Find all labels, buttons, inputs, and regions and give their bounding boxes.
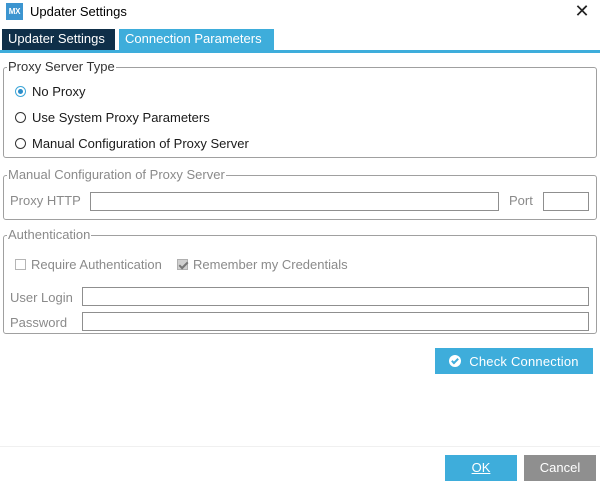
remember-credentials-checkbox[interactable]	[177, 258, 188, 270]
check-connection-button[interactable]: Check Connection	[435, 348, 593, 374]
password-input[interactable]	[82, 312, 589, 331]
title-bar: MX Updater Settings ✕	[0, 0, 600, 24]
radio-button[interactable]	[15, 111, 26, 123]
cancel-button[interactable]: Cancel	[524, 455, 596, 481]
proxy-http-input[interactable]	[90, 192, 499, 211]
radio-manual-proxy[interactable]: Manual Configuration of Proxy Server	[15, 134, 249, 152]
ok-button[interactable]: OK	[445, 455, 517, 481]
check-circle-icon	[449, 355, 462, 367]
radio-label: No Proxy	[32, 83, 86, 99]
radio-label: Use System Proxy Parameters	[32, 109, 210, 125]
proxy-http-label: Proxy HTTP	[10, 193, 81, 208]
remember-credentials-checkbox-row[interactable]: Remember my Credentials	[177, 256, 348, 272]
radio-no-proxy[interactable]: No Proxy	[15, 82, 85, 100]
radio-button-selected[interactable]	[15, 85, 26, 97]
port-input[interactable]	[543, 192, 589, 211]
app-icon: MX	[6, 3, 23, 20]
tab-bar: Updater Settings Connection Parameters	[0, 29, 600, 53]
close-icon[interactable]: ✕	[572, 1, 592, 21]
require-authentication-checkbox[interactable]	[15, 258, 26, 270]
require-authentication-checkbox-row[interactable]: Require Authentication	[15, 256, 162, 272]
radio-system-proxy[interactable]: Use System Proxy Parameters	[15, 108, 210, 126]
port-label: Port	[509, 193, 533, 208]
password-label: Password	[10, 315, 68, 330]
authentication-legend: Authentication	[8, 227, 91, 242]
manual-config-legend: Manual Configuration of Proxy Server	[8, 167, 225, 182]
window-title: Updater Settings	[30, 4, 127, 19]
user-login-input[interactable]	[82, 287, 589, 306]
radio-label: Manual Configuration of Proxy Server	[32, 135, 249, 151]
proxy-server-type-legend: Proxy Server Type	[8, 59, 115, 74]
tab-updater-settings[interactable]: Updater Settings	[2, 29, 115, 50]
tab-connection-parameters[interactable]: Connection Parameters	[119, 29, 274, 50]
require-authentication-label: Require Authentication	[31, 256, 162, 272]
radio-button[interactable]	[15, 137, 26, 149]
user-login-label: User Login	[10, 290, 73, 305]
check-connection-label: Check Connection	[469, 353, 579, 369]
remember-credentials-label: Remember my Credentials	[193, 256, 348, 272]
